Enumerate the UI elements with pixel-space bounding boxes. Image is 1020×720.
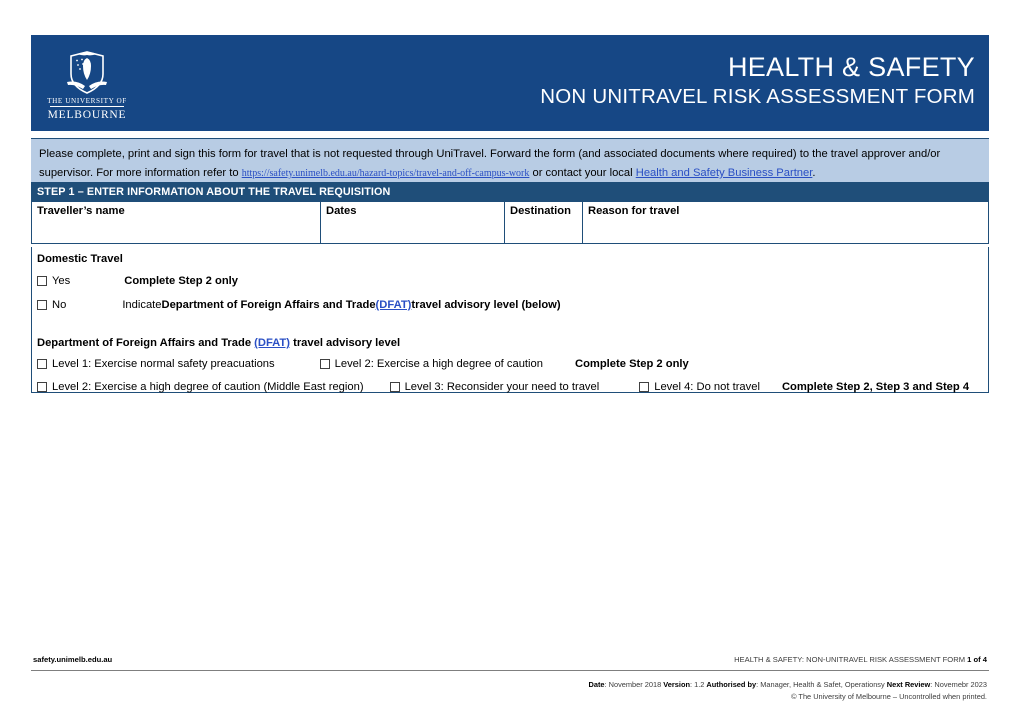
university-logo: THE UNIVERSITY OF MELBOURNE bbox=[31, 35, 143, 131]
intro-text-part3: . bbox=[812, 167, 816, 179]
column-header-reason-for-travel: Reason for travel bbox=[588, 205, 680, 217]
label-domestic-no: No bbox=[52, 299, 67, 311]
dfat-level-row-2: Level 2: Exercise a high degree of cauti… bbox=[37, 377, 983, 397]
footer-doc-name: HEALTH & SAFETY: NON-UNITRAVEL RISK ASSE… bbox=[734, 655, 968, 664]
travel-requisition-table: Traveller’s name Dates Destination Reaso… bbox=[31, 202, 989, 244]
footer-meta-line2: © The University of Melbourne – Uncontro… bbox=[791, 692, 987, 701]
instruction-domestic-no-bold1: Department of Foreign Affairs and Trade bbox=[161, 299, 376, 311]
label-level-1: Level 1: Exercise normal safety preacuat… bbox=[52, 358, 275, 370]
checkbox-level-1[interactable] bbox=[37, 359, 47, 369]
hs-business-partner-link[interactable]: Health and Safety Business Partner bbox=[636, 167, 813, 179]
footer-metadata: Date: November 2018 Version: 1.2 Authori… bbox=[589, 679, 988, 703]
footer-review-value: : Novemebr 2023 bbox=[930, 680, 987, 689]
footer-site-url: safety.unimelb.edu.au bbox=[33, 655, 113, 664]
domestic-yes-row: Yes Complete Step 2 only bbox=[37, 271, 983, 291]
footer-divider bbox=[31, 670, 989, 671]
dfat-link-inline[interactable]: (DFAT) bbox=[376, 299, 412, 311]
domestic-no-row: No Indicate Department of Foreign Affair… bbox=[37, 295, 983, 315]
logo-line-melbourne: MELBOURNE bbox=[47, 108, 127, 121]
footer-date-label: Date bbox=[588, 680, 605, 689]
checkbox-level-4[interactable] bbox=[639, 382, 650, 392]
dfat-heading-pre: Department of Foreign Affairs and Trade bbox=[37, 337, 255, 349]
footer-version-value: : 1.2 bbox=[689, 680, 707, 689]
safety-url-link[interactable]: https://safety.unimelb.edu.au/hazard-top… bbox=[242, 168, 530, 179]
instruction-domestic-no-pre: Indicate bbox=[122, 299, 162, 311]
footer-version-label: Version bbox=[663, 680, 690, 689]
footer-date-value: : November 2018 bbox=[604, 680, 664, 689]
logo-line-university: THE UNIVERSITY OF bbox=[47, 96, 127, 105]
page-subtitle: NON UNITRAVEL RISK ASSESSMENT FORM bbox=[540, 85, 975, 109]
table-cell-reason-for-travel[interactable]: Reason for travel bbox=[583, 202, 988, 243]
label-level-2: Level 2: Exercise a high degree of cauti… bbox=[334, 358, 543, 370]
checkbox-level-2-middle-east[interactable] bbox=[37, 382, 47, 392]
label-level-4: Level 4: Do not travel bbox=[654, 381, 760, 393]
dfat-heading-post: travel advisory level bbox=[289, 337, 401, 349]
label-level-3: Level 3: Reconsider your need to travel bbox=[404, 381, 600, 393]
university-crest-icon bbox=[67, 50, 107, 94]
travel-type-section: Domestic Travel Yes Complete Step 2 only… bbox=[31, 247, 989, 393]
domestic-travel-heading: Domestic Travel bbox=[37, 253, 123, 265]
label-level-2-middle-east: Level 2: Exercise a high degree of cauti… bbox=[52, 381, 364, 393]
intro-text-part2: or contact your local bbox=[529, 167, 636, 179]
table-cell-dates[interactable]: Dates bbox=[321, 202, 505, 243]
table-cell-destination[interactable]: Destination bbox=[505, 202, 583, 243]
page-title: HEALTH & SAFETY bbox=[727, 52, 975, 83]
document-page: THE UNIVERSITY OF MELBOURNE HEALTH & SAF… bbox=[0, 0, 1020, 720]
document-header-banner: THE UNIVERSITY OF MELBOURNE HEALTH & SAF… bbox=[31, 35, 989, 131]
instruction-level-1-2: Complete Step 2 only bbox=[574, 358, 689, 370]
logo-divider bbox=[50, 106, 124, 107]
column-header-destination: Destination bbox=[510, 205, 571, 217]
footer-document-title: HEALTH & SAFETY: NON-UNITRAVEL RISK ASSE… bbox=[734, 655, 987, 664]
column-header-traveller-name: Traveller’s name bbox=[37, 205, 125, 217]
footer-meta-line1: Date: November 2018 Version: 1.2 Authori… bbox=[589, 679, 988, 691]
footer-page-total: of 4 bbox=[971, 655, 987, 664]
checkbox-domestic-no[interactable] bbox=[37, 300, 47, 310]
dfat-advisory-heading: Department of Foreign Affairs and Trade … bbox=[37, 337, 983, 349]
label-domestic-yes: Yes bbox=[52, 275, 71, 287]
instruction-level-3-4: Complete Step 2, Step 3 and Step 4 bbox=[781, 381, 970, 393]
footer-authorised-label: Authorised by bbox=[706, 680, 757, 689]
header-title-group: HEALTH & SAFETY NON UNITRAVEL RISK ASSES… bbox=[143, 35, 989, 131]
table-cell-traveller-name[interactable]: Traveller’s name bbox=[32, 202, 321, 243]
checkbox-domestic-yes[interactable] bbox=[37, 276, 47, 286]
instruction-domestic-no-bold2: travel advisory level (below) bbox=[411, 299, 561, 311]
step1-label: STEP 1 – ENTER INFORMATION ABOUT THE TRA… bbox=[37, 186, 391, 198]
dfat-level-row-1: Level 1: Exercise normal safety preacuat… bbox=[37, 354, 983, 374]
instruction-domestic-yes: Complete Step 2 only bbox=[124, 275, 239, 287]
footer-authorised-value: : Manager, Health & Safet, Operationsy bbox=[756, 680, 887, 689]
dfat-link-heading[interactable]: (DFAT) bbox=[254, 337, 290, 349]
checkbox-level-3[interactable] bbox=[389, 382, 400, 392]
footer-review-label: Next Review bbox=[886, 680, 931, 689]
step1-section-header: STEP 1 – ENTER INFORMATION ABOUT THE TRA… bbox=[31, 182, 989, 202]
checkbox-level-2[interactable] bbox=[319, 359, 330, 369]
column-header-dates: Dates bbox=[326, 205, 357, 217]
